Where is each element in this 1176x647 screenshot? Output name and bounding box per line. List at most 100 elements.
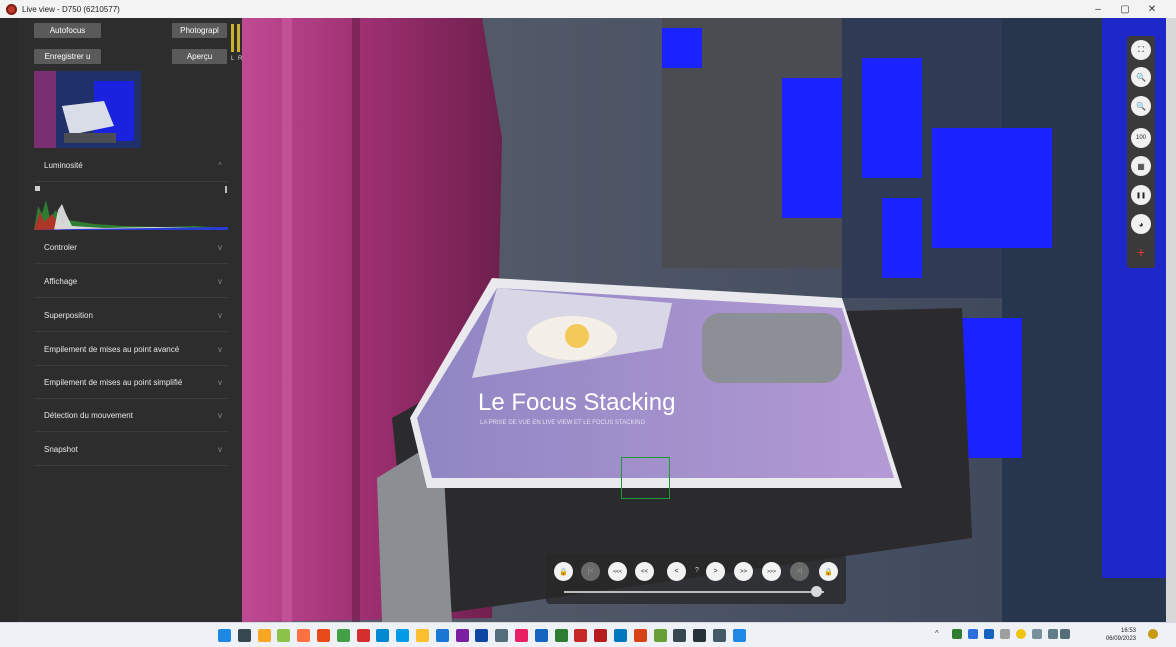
excel-icon[interactable] — [554, 629, 568, 642]
brave-icon[interactable] — [317, 629, 330, 642]
onedrive-icon[interactable] — [1032, 629, 1042, 639]
rewind-icon[interactable]: << — [635, 562, 654, 581]
photoshop-icon[interactable] — [475, 629, 489, 642]
onenote-icon[interactable] — [455, 629, 469, 642]
tray-chevron-up-icon[interactable]: ^ — [935, 629, 945, 639]
pamphlet-subtitle: LA PRISE DE VUE EN LIVE VIEW ET LE FOCUS… — [480, 420, 645, 426]
lock-right-icon[interactable]: 🔒 — [819, 562, 838, 581]
section-label: Empilement de mises au point simplifié — [44, 377, 183, 387]
capture-icon[interactable] — [713, 629, 726, 642]
tray-app-icon[interactable] — [952, 629, 962, 639]
section-label: Affichage — [44, 276, 78, 286]
section-luminosite[interactable]: Luminosité ^ — [34, 149, 228, 182]
rewind-fast-icon[interactable]: <<< — [608, 562, 627, 581]
section-empilement-avance[interactable]: Empilement de mises au point avancé v — [34, 333, 228, 366]
network-icon[interactable] — [1048, 629, 1058, 639]
photo-icon[interactable] — [495, 629, 509, 642]
photograph-button[interactable]: Photograpl — [172, 23, 227, 38]
image-viewer-icon[interactable] — [653, 629, 667, 642]
zoom-100-icon[interactable]: 100 — [1131, 128, 1151, 148]
chevron-down-icon: v — [218, 377, 222, 387]
frame-position: ? — [695, 567, 699, 574]
section-empilement-simplifie[interactable]: Empilement de mises au point simplifié v — [34, 366, 228, 399]
opera-icon[interactable] — [356, 629, 370, 642]
section-snapshot[interactable]: Snapshot v — [34, 433, 228, 466]
app-logo-icon — [6, 3, 17, 15]
tray-app-icon[interactable] — [1000, 629, 1010, 639]
sticky-notes-icon[interactable] — [416, 629, 429, 642]
clock-date: 06/09/2023 — [1105, 636, 1136, 642]
section-label: Détection du mouvement — [44, 410, 133, 420]
outlook-icon[interactable] — [614, 629, 627, 642]
access-icon[interactable] — [594, 629, 608, 642]
step-back-icon[interactable]: < — [667, 562, 686, 581]
last-frame-icon[interactable]: >| — [790, 562, 809, 581]
histogram-graph — [34, 184, 228, 230]
minimize-button[interactable]: – — [1086, 0, 1110, 18]
chevron-down-icon: v — [218, 276, 222, 286]
step-forward-icon[interactable]: > — [706, 562, 725, 581]
tray-app-icon[interactable] — [984, 629, 994, 639]
preview-button[interactable]: Aperçu — [172, 49, 227, 64]
section-label: Superposition — [44, 310, 93, 320]
edge-icon[interactable] — [376, 629, 390, 642]
word-icon[interactable] — [534, 629, 548, 642]
live-view-icon[interactable] — [732, 629, 746, 642]
chevron-down-icon: v — [218, 242, 222, 252]
fullscreen-icon[interactable]: ⛶ — [1131, 40, 1151, 60]
zoom-in-icon[interactable]: 🔍 — [1131, 96, 1151, 116]
window-title: Live view - D750 (6210577) — [22, 4, 120, 14]
autofocus-button[interactable]: Autofocus — [34, 23, 101, 38]
tray-app-icon[interactable] — [1016, 629, 1026, 639]
forward-fast-icon[interactable]: >>> — [762, 562, 781, 581]
pause-icon[interactable]: ❚❚ — [1131, 185, 1151, 205]
histogram — [34, 184, 228, 230]
timeline-slider-handle[interactable] — [811, 586, 823, 597]
grid-icon[interactable]: ▦ — [1131, 156, 1151, 176]
live-view-window: Live view - D750 (6210577) – ▢ ✕ ⋮ Autof… — [0, 0, 1176, 647]
section-label: Snapshot — [44, 444, 78, 454]
live-view-image[interactable]: Le Focus Stacking LA PRISE DE VUE EN LIV… — [242, 18, 1166, 622]
file-explorer-icon[interactable] — [257, 629, 271, 642]
speaker-icon[interactable] — [1060, 629, 1070, 639]
notepad-icon[interactable] — [435, 629, 449, 642]
close-button[interactable]: ✕ — [1140, 0, 1164, 18]
meter-right-bar — [237, 24, 240, 52]
start-icon[interactable] — [218, 629, 231, 642]
chrome-icon[interactable] — [277, 629, 291, 642]
tray-app-icon[interactable] — [968, 629, 978, 639]
task-view-icon[interactable] — [237, 629, 251, 642]
clock-time: 16:53 — [1120, 628, 1136, 634]
meter-left-bar — [231, 24, 234, 52]
camera-icon[interactable] — [693, 629, 707, 642]
telegram-icon[interactable] — [396, 629, 410, 642]
section-label: Controler — [44, 242, 77, 252]
crosshair-icon[interactable]: + — [1131, 242, 1151, 262]
section-affichage[interactable]: Affichage v — [34, 265, 228, 298]
section-detection-mouvement[interactable]: Détection du mouvement v — [34, 399, 228, 432]
focus-area-box[interactable] — [621, 457, 670, 499]
playback-controls: 🔒 |< <<< << < ? > >> >>> >| 🔒 — [546, 554, 846, 604]
chevron-up-icon: ^ — [218, 160, 222, 170]
section-superposition[interactable]: Superposition v — [34, 299, 228, 332]
record-button[interactable]: Enregistrer u — [34, 49, 101, 64]
powerpoint-icon[interactable] — [574, 629, 588, 642]
zoom-out-icon[interactable]: 🔍 — [1131, 67, 1151, 87]
paint-icon[interactable] — [515, 629, 528, 642]
camera-app-icon[interactable] — [673, 629, 687, 642]
firefox-icon[interactable] — [297, 629, 311, 642]
aperture-icon[interactable]: ◕ — [1131, 214, 1151, 234]
forward-icon[interactable]: >> — [734, 562, 753, 581]
preview-thumbnail[interactable] — [34, 71, 141, 148]
section-controler[interactable]: Controler v — [34, 231, 228, 264]
first-frame-icon[interactable]: |< — [581, 562, 600, 581]
timeline-slider[interactable] — [564, 591, 824, 593]
maximize-button[interactable]: ▢ — [1113, 0, 1137, 18]
title-bar: Live view - D750 (6210577) – ▢ ✕ — [0, 0, 1176, 18]
filezilla-icon[interactable] — [633, 629, 647, 642]
taskbar-clock[interactable]: 16:53 06/09/2023 — [1100, 627, 1136, 643]
chrome-canary-icon[interactable] — [336, 629, 350, 642]
chevron-down-icon: v — [218, 344, 222, 354]
notification-icon[interactable] — [1148, 629, 1158, 639]
lock-left-icon[interactable]: 🔒 — [554, 562, 573, 581]
